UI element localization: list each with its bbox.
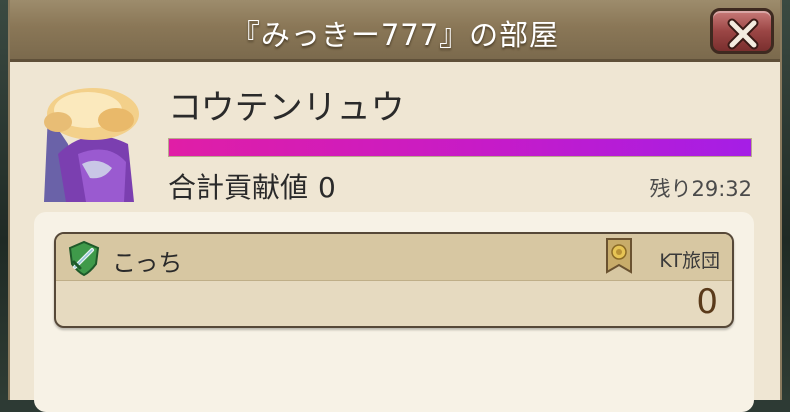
remaining-time: 残り29:32: [649, 177, 752, 201]
participant-score: 0: [696, 282, 718, 322]
participants-area: こっち KT旅団 0: [34, 212, 754, 412]
boss-hp-bar: [168, 138, 752, 157]
participant-name: こっち: [112, 249, 183, 277]
title-bar: 『みっきー777』の部屋: [10, 0, 780, 62]
boss-name: コウテンリュウ: [168, 88, 405, 128]
total-contribution-value: 0: [318, 171, 336, 204]
participant-header: こっち KT旅団: [56, 234, 732, 281]
close-x-icon: [727, 18, 759, 50]
guild-emblem-icon: [604, 237, 634, 279]
close-button[interactable]: [710, 8, 774, 54]
boss-avatar: [38, 84, 156, 202]
boss-hp-fill: [169, 139, 751, 156]
guild-name: KT旅団: [659, 250, 720, 272]
participant-card[interactable]: こっち KT旅団 0: [54, 232, 734, 328]
room-title: 『みっきー777』の部屋: [230, 18, 560, 52]
room-panel: 『みっきー777』の部屋 コウテンリュウ 合計貢献値 0 残り29:32 こっち…: [8, 0, 782, 412]
total-contribution-label: 合計貢献値: [168, 171, 309, 204]
total-contribution: 合計貢献値 0: [168, 166, 336, 206]
sword-shield-icon: [64, 238, 104, 282]
